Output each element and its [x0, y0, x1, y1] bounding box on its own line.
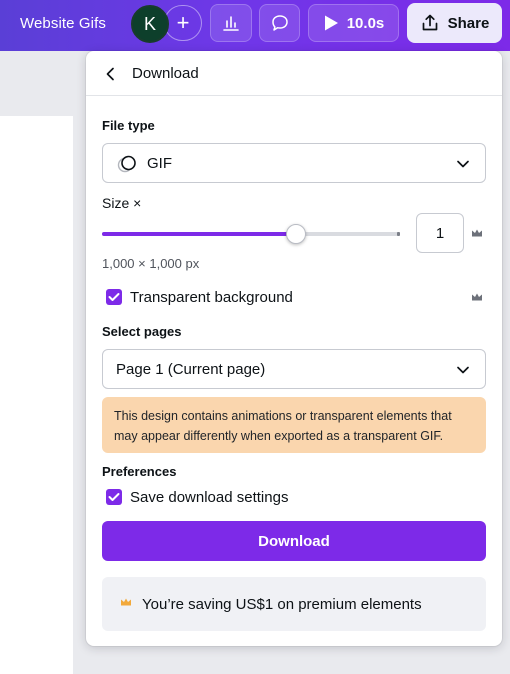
download-button[interactable]: Download — [102, 521, 486, 561]
comment-icon — [271, 15, 288, 31]
chevron-down-icon — [457, 160, 469, 168]
checkmark-icon — [108, 293, 120, 301]
savings-message: You’re saving US$1 on premium elements — [142, 596, 422, 613]
avatar[interactable]: K — [131, 5, 169, 43]
play-duration: 10.0s — [346, 14, 385, 32]
premium-crown-icon — [472, 293, 482, 301]
select-pages-dropdown[interactable]: Page 1 (Current page) — [102, 349, 486, 389]
panel-header: Download — [86, 51, 502, 96]
design-canvas-page[interactable] — [0, 116, 73, 674]
size-slider-fill — [102, 232, 296, 236]
size-value: 1 — [435, 224, 445, 242]
transparent-background-checkbox[interactable] — [106, 289, 122, 305]
preferences-label: Preferences — [102, 464, 177, 479]
design-title[interactable]: Website Gifs — [20, 15, 106, 32]
transparency-warning-notice: This design contains animations or trans… — [102, 397, 486, 453]
insights-button[interactable] — [210, 4, 252, 42]
download-button-label: Download — [258, 532, 330, 550]
size-label: Size × — [102, 195, 142, 211]
size-slider-thumb[interactable] — [286, 224, 306, 244]
bar-chart-icon — [223, 16, 239, 31]
slider-end-marker — [397, 232, 400, 236]
select-pages-value: Page 1 (Current page) — [116, 361, 266, 378]
play-button[interactable]: 10.0s — [308, 4, 399, 42]
premium-crown-icon — [121, 598, 131, 606]
premium-savings-box: You’re saving US$1 on premium elements — [102, 577, 486, 631]
premium-crown-icon — [472, 229, 482, 237]
add-collaborator-button[interactable]: + — [164, 5, 202, 41]
save-settings-label[interactable]: Save download settings — [130, 489, 288, 506]
checkmark-icon — [108, 493, 120, 501]
gif-format-icon — [117, 155, 136, 173]
size-slider-track[interactable] — [102, 232, 400, 236]
file-type-label: File type — [102, 118, 155, 133]
panel-title: Download — [132, 65, 199, 82]
share-label: Share — [447, 14, 490, 32]
play-icon — [324, 15, 338, 31]
avatar-initial: K — [143, 13, 156, 34]
notice-text: This design contains animations or trans… — [114, 409, 452, 443]
share-button[interactable]: Share — [407, 3, 502, 43]
transparent-background-label[interactable]: Transparent background — [130, 289, 293, 306]
size-input[interactable]: 1 — [416, 213, 464, 253]
size-dimensions: 1,000 × 1,000 px — [102, 256, 200, 271]
comments-button[interactable] — [259, 4, 300, 42]
chevron-down-icon — [457, 366, 469, 374]
save-settings-checkbox[interactable] — [106, 489, 122, 505]
share-upload-icon — [422, 14, 437, 31]
select-pages-label: Select pages — [102, 324, 182, 339]
download-panel: Download File type GIF Size × 1 1,000 × … — [86, 51, 502, 646]
file-type-value: GIF — [147, 155, 172, 172]
top-bar: Website Gifs + K 10.0s Share — [0, 0, 510, 51]
chevron-left-icon[interactable] — [102, 65, 120, 83]
file-type-select[interactable]: GIF — [102, 143, 486, 183]
plus-icon: + — [176, 10, 190, 35]
